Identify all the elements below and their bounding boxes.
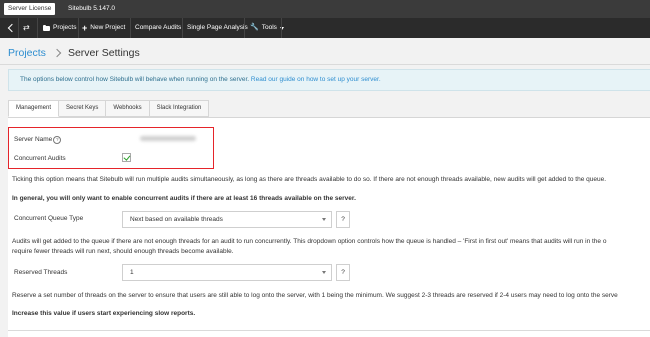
queue-description-line1: Audits will get added to the queue if th… [12, 238, 607, 245]
tab-slack-integration[interactable]: Slack Integration [149, 100, 210, 117]
info-banner: The options below control how Sitebulb w… [8, 69, 650, 91]
settings-tabs: Management Secret Keys Webhooks Slack In… [8, 100, 210, 117]
chevron-left-icon [7, 23, 17, 33]
caret-down-icon [322, 218, 326, 221]
nav-projects-label: Projects [53, 24, 77, 31]
app-version: Sitebulb 5.147.0 [68, 5, 115, 12]
setup-guide-link[interactable]: Read our guide on how to set up your ser… [251, 76, 381, 83]
main-navbar: ⇄ Projects + New Project Compare Audits … [0, 18, 650, 38]
breadcrumb-projects-link[interactable]: Projects [8, 45, 46, 61]
tab-secret-keys[interactable]: Secret Keys [59, 100, 107, 117]
nav-divider [281, 18, 282, 38]
plus-icon: + [82, 22, 88, 33]
tab-webhooks[interactable]: Webhooks [106, 100, 150, 117]
info-text: The options below control how Sitebulb w… [20, 76, 250, 83]
nav-divider [78, 18, 79, 38]
reserved-threads-help-button[interactable]: ? [336, 264, 350, 281]
nav-projects[interactable]: Projects [43, 18, 76, 38]
switch-button[interactable]: ⇄ [23, 18, 30, 38]
nav-divider [130, 18, 131, 38]
reserved-description: Reserve a set number of threads on the s… [12, 292, 618, 299]
folder-icon [43, 24, 50, 31]
reserved-note: Increase this value if users start exper… [12, 310, 196, 317]
queue-type-select[interactable]: Next based on available threads [122, 211, 332, 228]
tab-management[interactable]: Management [8, 100, 60, 117]
breadcrumb: Projects Server Settings [8, 45, 140, 61]
nav-single-page-analysis-label: Single Page Analysis [187, 24, 248, 31]
nav-divider [244, 18, 245, 38]
nav-tools[interactable]: 🔧 Tools [250, 18, 284, 38]
highlight-box [8, 127, 214, 169]
queue-description-line2: require fewer threads will run next, sho… [12, 248, 234, 255]
back-button[interactable] [7, 18, 17, 38]
top-bar: Server License Sitebulb 5.147.0 [0, 0, 650, 18]
nav-divider [37, 18, 38, 38]
nav-compare-audits[interactable]: Compare Audits [135, 18, 181, 38]
nav-single-page-analysis[interactable]: Single Page Analysis [187, 18, 248, 38]
server-license-button[interactable]: Server License [4, 3, 56, 15]
chevron-right-icon [52, 48, 62, 58]
nav-new-project-label: New Project [90, 24, 126, 31]
header-divider [0, 64, 650, 65]
nav-tools-label: Tools [261, 24, 277, 31]
swap-icon: ⇄ [23, 23, 30, 32]
concurrent-note: In general, you will only want to enable… [12, 195, 356, 202]
reserved-threads-label: Reserved Threads [14, 269, 68, 276]
queue-type-label: Concurrent Queue Type [14, 215, 84, 222]
wrench-icon: 🔧 [250, 24, 259, 31]
panel-divider [8, 330, 650, 331]
nav-compare-audits-label: Compare Audits [135, 24, 182, 31]
reserved-threads-value: 1 [130, 269, 134, 276]
nav-new-project[interactable]: + New Project [82, 18, 125, 38]
page-title: Server Settings [67, 47, 140, 59]
concurrent-description: Ticking this option means that Sitebulb … [12, 176, 607, 183]
queue-type-help-button[interactable]: ? [336, 211, 350, 228]
queue-type-value: Next based on available threads [130, 216, 223, 223]
nav-divider [18, 18, 19, 38]
nav-divider [182, 18, 183, 38]
caret-down-icon [322, 271, 326, 274]
reserved-threads-select[interactable]: 1 [122, 264, 332, 281]
